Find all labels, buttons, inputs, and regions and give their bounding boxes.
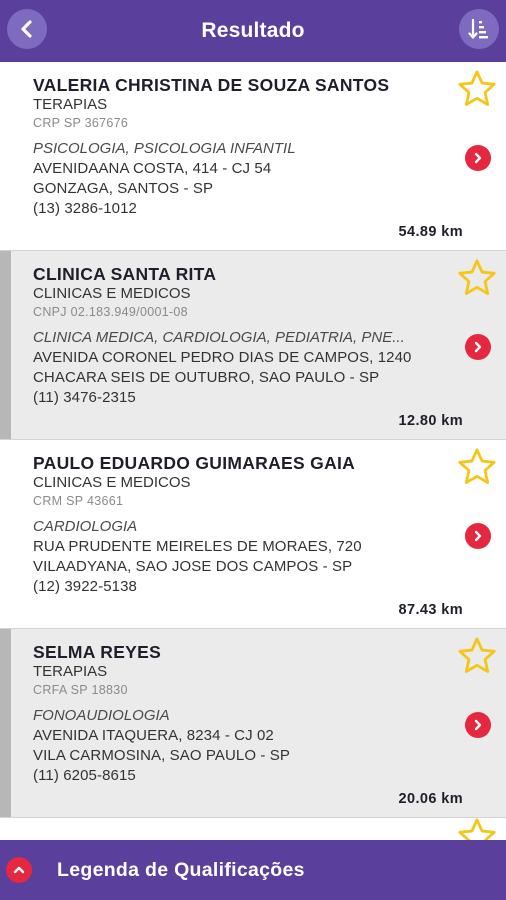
sort-descending-icon — [468, 18, 488, 39]
provider-registration: CRFA SP 18830 — [33, 683, 128, 697]
details-button[interactable] — [465, 145, 491, 171]
expand-legend-button[interactable] — [6, 857, 32, 883]
provider-address: RUA PRUDENTE MEIRELES DE MORAES, 720 — [33, 538, 362, 555]
chevron-right-icon — [474, 341, 482, 353]
provider-city: VILA CARMOSINA, SAO PAULO - SP — [33, 747, 290, 764]
provider-specialties: CARDIOLOGIA — [33, 518, 138, 535]
star-outline-icon[interactable] — [456, 635, 498, 677]
details-button[interactable] — [465, 523, 491, 549]
provider-registration: CNPJ 02.183.949/0001-08 — [33, 305, 188, 319]
provider-address: AVENIDA CORONEL PEDRO DIAS DE CAMPOS, 12… — [33, 349, 412, 366]
result-card[interactable]: VALERIA CHRISTINA DE SOUZA SANTOS TERAPI… — [0, 62, 506, 251]
result-card[interactable]: SELMA REYES TERAPIAS CRFA SP 18830 FONOA… — [0, 629, 506, 818]
provider-distance: 54.89 km — [398, 224, 463, 240]
chevron-right-icon — [474, 719, 482, 731]
star-outline-icon[interactable] — [456, 257, 498, 299]
chevron-right-icon — [474, 152, 482, 164]
provider-specialties: CLINICA MEDICA, CARDIOLOGIA, PEDIATRIA, … — [33, 329, 405, 346]
provider-distance: 87.43 km — [398, 602, 463, 618]
result-card[interactable]: PAULO EDUARDO GUIMARAES GAIA CLINICAS E … — [0, 440, 506, 629]
result-card[interactable]: CLINICA SANTA RITA CLINICAS E MEDICOS CN… — [0, 251, 506, 440]
results-list[interactable]: VALERIA CHRISTINA DE SOUZA SANTOS TERAPI… — [0, 62, 506, 840]
provider-registration: CRM SP 43661 — [33, 494, 124, 508]
back-button[interactable] — [7, 9, 47, 49]
provider-phone[interactable]: (13) 3286-1012 — [33, 199, 506, 219]
sort-button[interactable] — [459, 9, 499, 49]
provider-registration: CRP SP 367676 — [33, 116, 129, 130]
provider-name: VALERIA CHRISTINA DE SOUZA SANTOS — [33, 75, 390, 95]
star-outline-icon[interactable] — [456, 446, 498, 488]
legend-label: Legenda de Qualificações — [57, 858, 305, 881]
chevron-left-icon — [21, 20, 32, 38]
provider-category: CLINICAS E MEDICOS — [33, 285, 191, 302]
details-button[interactable] — [465, 334, 491, 360]
provider-name: PAULO EDUARDO GUIMARAES GAIA — [33, 453, 356, 473]
provider-specialties: FONOAUDIOLOGIA — [33, 707, 170, 724]
provider-phone[interactable]: (11) 3476-2315 — [33, 388, 506, 408]
provider-name: CLINICA SANTA RITA — [33, 264, 217, 284]
provider-distance: 12.80 km — [398, 413, 463, 429]
provider-phone[interactable]: (12) 3922-5138 — [33, 577, 506, 597]
qualifications-legend-bar[interactable]: Legenda de Qualificações — [0, 840, 506, 900]
provider-address: AVENIDAANA COSTA, 414 - CJ 54 — [33, 160, 272, 177]
result-card-partial[interactable] — [0, 818, 506, 840]
app-header: Resultado — [0, 0, 506, 62]
provider-city: CHACARA SEIS DE OUTUBRO, SAO PAULO - SP — [33, 369, 380, 386]
page-title: Resultado — [201, 19, 305, 42]
provider-address: AVENIDA ITAQUERA, 8234 - CJ 02 — [33, 727, 274, 744]
provider-distance: 20.06 km — [398, 791, 463, 807]
details-button[interactable] — [465, 712, 491, 738]
provider-city: VILAADYANA, SAO JOSE DOS CAMPOS - SP — [33, 558, 353, 575]
provider-city: GONZAGA, SANTOS - SP — [33, 180, 214, 197]
provider-specialties: PSICOLOGIA, PSICOLOGIA INFANTIL — [33, 140, 296, 157]
provider-category: TERAPIAS — [33, 663, 108, 680]
provider-phone[interactable]: (11) 6205-8615 — [33, 766, 506, 786]
star-outline-icon[interactable] — [456, 68, 498, 110]
chevron-up-icon — [13, 866, 25, 874]
provider-name: SELMA REYES — [33, 642, 162, 662]
provider-category: CLINICAS E MEDICOS — [33, 474, 191, 491]
chevron-right-icon — [474, 530, 482, 542]
provider-category: TERAPIAS — [33, 96, 108, 113]
star-outline-icon[interactable] — [456, 816, 498, 840]
